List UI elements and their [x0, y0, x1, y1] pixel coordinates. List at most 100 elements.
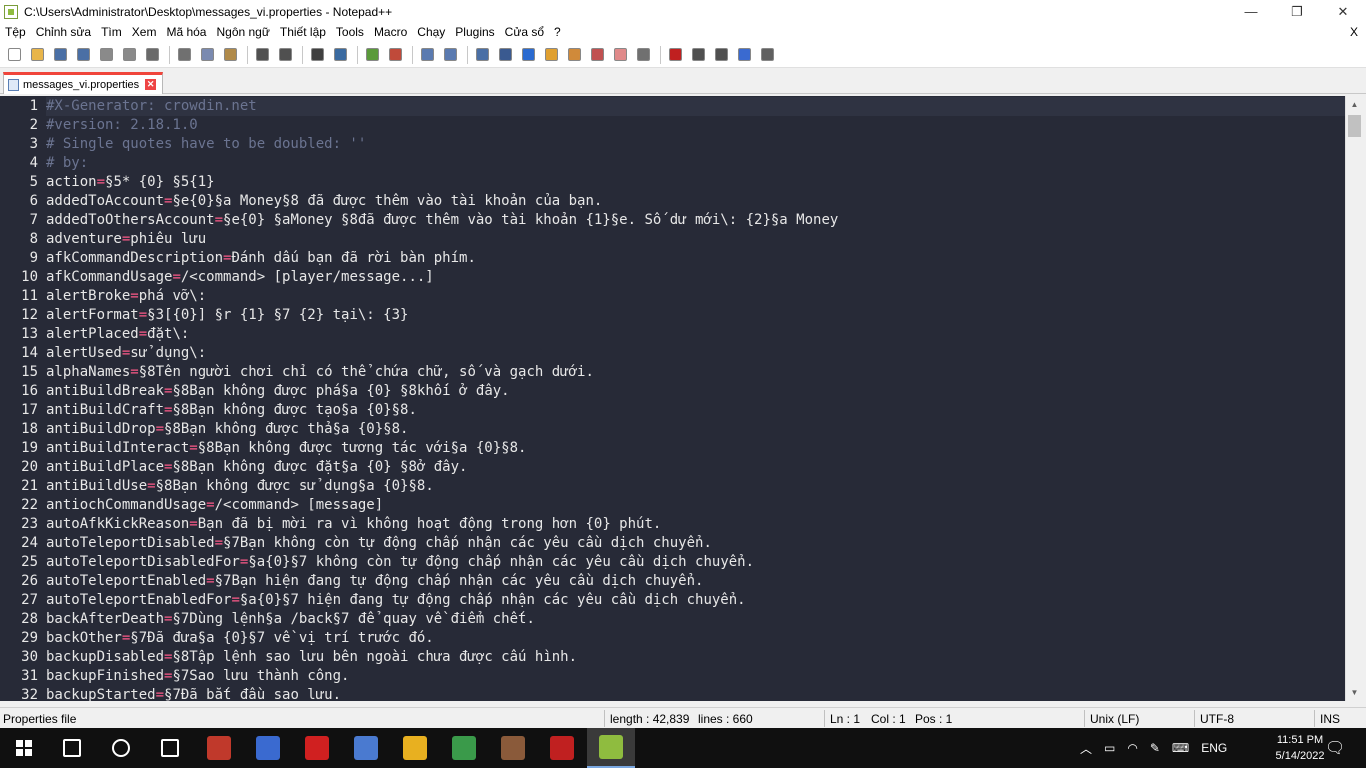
sync-horizontal-button[interactable] [440, 45, 460, 65]
pen-icon[interactable]: ✎ [1150, 741, 1160, 755]
clock[interactable]: 11:51 PM 5/14/2022 [1270, 732, 1330, 764]
code-line[interactable]: backOther=§7Đã đưa§a {0}§7 về vị trí trư… [46, 629, 434, 648]
close-button[interactable] [96, 45, 116, 65]
stop-macro-button[interactable] [688, 45, 708, 65]
scroll-down-arrow-icon[interactable]: ▼ [1346, 684, 1363, 701]
search-taskbar-button[interactable] [48, 728, 96, 768]
scroll-up-arrow-icon[interactable]: ▲ [1346, 96, 1363, 113]
filezilla-taskbar-button[interactable] [538, 728, 586, 768]
code-line[interactable]: backAfterDeath=§7Dùng lệnh§a /back§7 để … [46, 610, 535, 629]
notifications-icon[interactable]: 🗨 [1325, 728, 1345, 768]
sync-vertical-button[interactable] [417, 45, 437, 65]
code-line[interactable]: antiBuildDrop=§8Bạn không được thả§a {0}… [46, 420, 408, 439]
status-insert-mode[interactable]: INS [1320, 711, 1340, 727]
status-encoding[interactable]: UTF-8 [1200, 711, 1234, 727]
folder-workspace-button[interactable] [610, 45, 630, 65]
open-file-button[interactable] [27, 45, 47, 65]
close-window-button[interactable]: ✕ [1320, 0, 1366, 23]
code-line[interactable]: backupFinished=§7Sao lưu thành công. [46, 667, 349, 686]
code-line[interactable]: antiBuildInteract=§8Bạn không được tương… [46, 439, 526, 458]
language-indicator[interactable]: ENG [1201, 741, 1227, 755]
new-file-button[interactable] [4, 45, 24, 65]
code-line[interactable]: autoTeleportDisabled=§7Bạn không còn tự … [46, 534, 712, 553]
scroll-thumb[interactable] [1348, 115, 1361, 137]
start-button[interactable] [0, 728, 48, 768]
menu-item-9[interactable]: Chạy [412, 23, 450, 42]
user-language-button[interactable] [541, 45, 561, 65]
print-button[interactable] [142, 45, 162, 65]
redo-button[interactable] [275, 45, 295, 65]
word-wrap-button[interactable] [472, 45, 492, 65]
battery-icon[interactable]: ▭ [1104, 741, 1115, 755]
chevron-up-icon[interactable]: ︿ [1080, 740, 1092, 757]
run-macro-multiple-button[interactable] [734, 45, 754, 65]
code-line[interactable]: afkCommandUsage=/<command> [player/messa… [46, 268, 434, 287]
chrome-profile-taskbar-button[interactable] [440, 728, 488, 768]
menu-item-7[interactable]: Tools [331, 23, 369, 42]
code-area[interactable]: #X-Generator: crowdin.net #version: 2.18.… [46, 96, 1345, 701]
code-line[interactable]: alphaNames=§8Tên người chơi chỉ có thể c… [46, 363, 594, 382]
menu-item-4[interactable]: Mã hóa [161, 23, 211, 42]
record-taskbar-button[interactable] [293, 728, 341, 768]
play-macro-button[interactable] [711, 45, 731, 65]
app-installer-taskbar-button[interactable] [342, 728, 390, 768]
code-line[interactable]: alertPlaced=đặt\: [46, 325, 189, 344]
save-button[interactable] [50, 45, 70, 65]
code-line[interactable]: adventure=phiêu lưu [46, 230, 206, 249]
task-view-taskbar-button[interactable] [146, 728, 194, 768]
vertical-scrollbar[interactable]: ▲ ▼ [1345, 96, 1362, 701]
dev-taskbar-button[interactable] [244, 728, 292, 768]
minimize-button[interactable]: — [1228, 0, 1274, 23]
code-line[interactable]: autoTeleportEnabled=§7Bạn hiện đang tự đ… [46, 572, 703, 591]
code-line[interactable]: # by: [46, 154, 88, 173]
menu-item-12[interactable]: ? [549, 23, 566, 42]
app-tools-taskbar-button[interactable] [195, 728, 243, 768]
save-macro-button[interactable] [757, 45, 777, 65]
code-line[interactable]: action=§5* {0} §5{1} [46, 173, 215, 192]
keyboard-icon[interactable]: ⌨ [1172, 741, 1189, 755]
restore-button[interactable]: ❐ [1274, 0, 1320, 23]
notepadpp-taskbar-button[interactable] [587, 728, 635, 768]
menu-item-5[interactable]: Ngôn ngữ [211, 23, 274, 42]
code-line[interactable]: alertUsed=sử dụng\: [46, 344, 206, 363]
menu-item-8[interactable]: Macro [369, 23, 412, 42]
chrome-taskbar-button[interactable] [391, 728, 439, 768]
menu-item-6[interactable]: Thiết lập [275, 23, 331, 42]
cut-button[interactable] [174, 45, 194, 65]
indent-guide-button[interactable] [518, 45, 538, 65]
tab-close-button[interactable]: ✕ [145, 79, 157, 90]
code-line[interactable]: autoAfkKickReason=Bạn đã bị mời ra vì kh… [46, 515, 661, 534]
menu-close-document-button[interactable]: X [1350, 23, 1358, 42]
zoom-out-button[interactable] [385, 45, 405, 65]
code-line[interactable]: # Single quotes have to be doubled: '' [46, 135, 366, 154]
code-line[interactable]: backupDisabled=§8Tập lệnh sao lưu bên ng… [46, 648, 577, 667]
code-line[interactable]: antiBuildBreak=§8Bạn không được phá§a {0… [46, 382, 510, 401]
wifi-icon[interactable]: ◠ [1127, 741, 1137, 755]
menu-item-3[interactable]: Xem [127, 23, 162, 42]
replace-button[interactable] [330, 45, 350, 65]
code-line[interactable]: antiBuildCraft=§8Bạn không được tạo§a {0… [46, 401, 417, 420]
menu-item-10[interactable]: Plugins [450, 23, 499, 42]
zoom-in-button[interactable] [362, 45, 382, 65]
monitoring-button[interactable] [633, 45, 653, 65]
menu-item-1[interactable]: Chỉnh sửa [31, 23, 96, 42]
code-line[interactable]: autoTeleportEnabledFor=§a{0}§7 hiện đang… [46, 591, 746, 610]
find-button[interactable] [307, 45, 327, 65]
menu-item-0[interactable]: Tệp [0, 23, 31, 42]
code-line[interactable]: antiochCommandUsage=/<command> [message] [46, 496, 383, 515]
menu-item-11[interactable]: Cửa sổ [500, 23, 549, 42]
code-line[interactable]: addedToOthersAccount=§e{0} §aMoney §8đã … [46, 211, 838, 230]
code-line[interactable]: autoTeleportDisabledFor=§a{0}§7 không cò… [46, 553, 754, 572]
code-line[interactable]: antiBuildUse=§8Bạn không được sử dụng§a … [46, 477, 434, 496]
editor[interactable]: 1 2 3 4 5 6 7 8 9 10 11 12 13 14 15 16 17 18 19 20 21 22 23 24 2… [0, 96, 1345, 701]
code-line[interactable]: alertBroke=phá vỡ\: [46, 287, 206, 306]
copy-button[interactable] [197, 45, 217, 65]
show-all-chars-button[interactable] [495, 45, 515, 65]
code-line[interactable]: backupStarted=§7Đã bắt đầu sao lưu. [46, 686, 341, 701]
code-line[interactable]: addedToAccount=§e{0}§a Money§8 đã được t… [46, 192, 602, 211]
record-macro-button[interactable] [665, 45, 685, 65]
minecraft-taskbar-button[interactable] [489, 728, 537, 768]
close-all-button[interactable] [119, 45, 139, 65]
code-line[interactable]: alertFormat=§3[{0}] §r {1} §7 {2} tại\: … [46, 306, 408, 325]
status-eol[interactable]: Unix (LF) [1090, 711, 1139, 727]
